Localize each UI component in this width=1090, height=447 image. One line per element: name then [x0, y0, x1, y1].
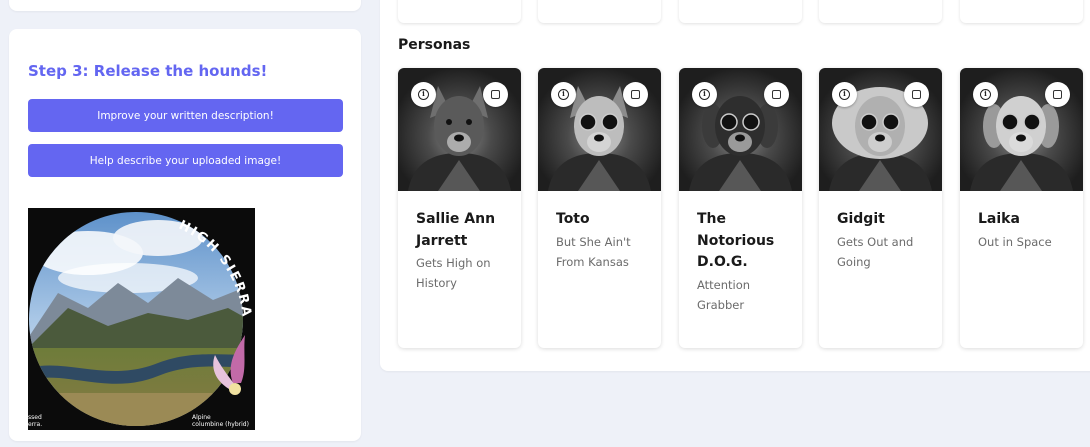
poster-caption-right: Alpine columbine (hybrid)	[192, 414, 249, 428]
persona-description: Gets Out and Going	[837, 234, 914, 269]
previous-row-card	[960, 0, 1083, 23]
uploaded-image: HIGH SIERRA ssed erra. Alpine columbine …	[28, 208, 255, 430]
goggle-lens	[1023, 113, 1041, 131]
goggle-lens	[579, 113, 597, 131]
previous-row-card	[679, 0, 802, 23]
info-circle-icon: i	[558, 89, 569, 100]
persona-select-checkbox[interactable]	[904, 82, 929, 107]
high-sierra-poster-art: HIGH SIERRA	[28, 208, 255, 430]
previous-step-card	[9, 0, 361, 11]
previous-row-card	[398, 0, 521, 23]
persona-info-button[interactable]: i	[551, 82, 576, 107]
goggle-lens	[742, 113, 760, 131]
nose-shape	[594, 134, 604, 142]
goggle-lens	[720, 113, 738, 131]
checkbox-icon	[491, 90, 500, 99]
info-circle-icon: i	[418, 89, 429, 100]
persona-select-checkbox[interactable]	[1045, 82, 1070, 107]
persona-name: The Notorious D.O.G.	[697, 211, 775, 270]
persona-description: Gets High on History	[416, 256, 491, 290]
personas-title: Personas	[398, 37, 471, 53]
persona-info-button[interactable]: i	[692, 82, 717, 107]
info-circle-icon: i	[980, 89, 991, 100]
persona-select-checkbox[interactable]	[623, 82, 648, 107]
nose-shape	[735, 134, 745, 142]
poster-caption-left: ssed erra.	[28, 414, 43, 428]
eye-shape	[446, 119, 452, 125]
persona-description: Attention Grabber	[697, 277, 751, 312]
describe-image-button[interactable]: Help describe your uploaded image!	[28, 144, 343, 177]
persona-name: Toto	[556, 211, 590, 227]
goggle-lens	[1001, 113, 1019, 131]
nose-shape	[1016, 134, 1026, 142]
persona-select-checkbox[interactable]	[764, 82, 789, 107]
goggle-lens	[601, 113, 619, 131]
persona-info-button[interactable]: i	[973, 82, 998, 107]
persona-name: Laika	[978, 211, 1020, 227]
persona-card[interactable]: i Sallie Ann Jarrett Gets High on History	[398, 68, 521, 348]
step-3-title: Step 3: Release the hounds!	[28, 62, 268, 80]
persona-card[interactable]: i Gidgit Gets Out and Going	[819, 68, 942, 348]
persona-description: Out in Space	[978, 234, 1052, 249]
persona-name: Sallie Ann Jarrett	[416, 211, 496, 249]
nose-shape	[454, 134, 464, 142]
checkbox-icon	[772, 90, 781, 99]
previous-row-card	[538, 0, 661, 23]
eye-shape	[466, 119, 472, 125]
info-circle-icon: i	[699, 89, 710, 100]
checkbox-icon	[631, 90, 640, 99]
persona-card[interactable]: i The Notorious D.O.G. Attention Grabber	[679, 68, 802, 348]
improve-description-button[interactable]: Improve your written description!	[28, 99, 343, 132]
step-3-card: Step 3: Release the hounds! Improve your…	[9, 29, 361, 441]
persona-info-button[interactable]: i	[832, 82, 857, 107]
checkbox-icon	[1053, 90, 1062, 99]
previous-row-card	[819, 0, 942, 23]
persona-description: But She Ain't From Kansas	[556, 234, 631, 269]
persona-card[interactable]: i Toto But She Ain't From Kansas	[538, 68, 661, 348]
checkbox-icon	[912, 90, 921, 99]
persona-card[interactable]: i Laika Out in Space	[960, 68, 1083, 348]
goggle-lens	[882, 113, 900, 131]
persona-name: Gidgit	[837, 211, 885, 227]
persona-select-checkbox[interactable]	[483, 82, 508, 107]
nose-shape	[875, 134, 885, 142]
goggle-lens	[860, 113, 878, 131]
info-circle-icon: i	[839, 89, 850, 100]
persona-info-button[interactable]: i	[411, 82, 436, 107]
